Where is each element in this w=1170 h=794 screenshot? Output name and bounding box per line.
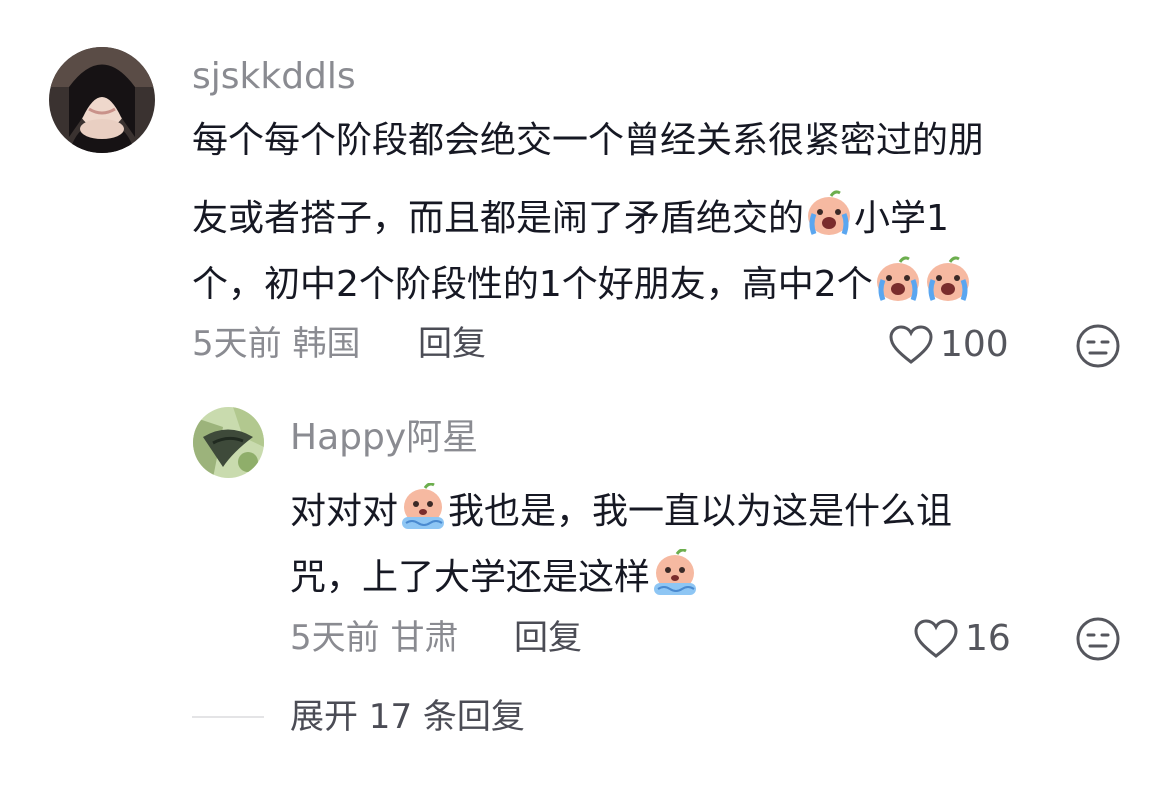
expand-divider — [192, 716, 264, 718]
comment-meta: 5天前 韩国 — [192, 324, 360, 364]
comment-text: 友或者搭子，而且都是闹了矛盾绝交的 — [192, 198, 805, 239]
reply-meta: 5天前 甘肃 — [290, 618, 458, 658]
neutral-face-icon — [1076, 324, 1120, 368]
comment-text-line-3: 个，初中2个阶段性的1个好朋友，高中2个 — [192, 256, 973, 305]
nervous-face-emoji — [650, 549, 700, 597]
crying-face-emoji — [923, 256, 973, 304]
comment-text: 每个每个阶段都会绝交一个曾经关系很紧密过的朋 — [192, 120, 985, 161]
nervous-face-emoji — [398, 483, 448, 531]
heart-outline-icon — [914, 619, 958, 658]
expand-replies-button[interactable]: 展开 17 条回复 — [290, 697, 525, 737]
comment-like-count: 100 — [940, 324, 1009, 365]
comment-location: 韩国 — [292, 324, 361, 364]
crying-face-emoji — [873, 256, 923, 304]
comment-time: 5天前 — [192, 324, 282, 364]
comment-reply-button[interactable]: 回复 — [418, 324, 486, 364]
comment-text-line-2: 友或者搭子，而且都是闹了矛盾绝交的 小学1 — [192, 190, 949, 239]
reply-location: 甘肃 — [390, 618, 459, 658]
reply-like-count: 16 — [965, 618, 1011, 659]
reply-text: 对对对 — [290, 491, 399, 532]
crying-face-emoji — [804, 190, 854, 238]
comment-text-line-1: 每个每个阶段都会绝交一个曾经关系很紧密过的朋 — [192, 121, 984, 161]
replier-avatar[interactable] — [193, 407, 264, 478]
reply-like-button[interactable]: 16 — [913, 618, 1011, 660]
reply-reply-button[interactable]: 回复 — [514, 618, 582, 658]
reply-text-line-2: 咒，上了大学还是这样 — [290, 549, 700, 598]
comment-text: 个，初中2个阶段性的1个好朋友，高中2个 — [192, 264, 873, 305]
comment-like-button[interactable]: 100 — [888, 324, 1009, 366]
comment-dislike-button[interactable] — [1075, 323, 1121, 369]
comment-text: 小学1 — [854, 198, 949, 239]
reply-text-line-1: 对对对 我也是，我一直以为这是什么诅 — [290, 483, 952, 532]
reply-time: 5天前 — [290, 618, 380, 658]
heart-outline-icon — [889, 325, 933, 364]
commenter-avatar[interactable] — [49, 47, 155, 153]
neutral-face-icon — [1076, 617, 1120, 661]
reply-text: 我也是，我一直以为这是什么诅 — [448, 491, 953, 532]
reply-dislike-button[interactable] — [1075, 616, 1121, 662]
replier-username[interactable]: Happy阿星 — [290, 418, 478, 458]
commenter-username[interactable]: sjskkddls — [192, 57, 356, 97]
reply-text: 咒，上了大学还是这样 — [290, 557, 651, 598]
